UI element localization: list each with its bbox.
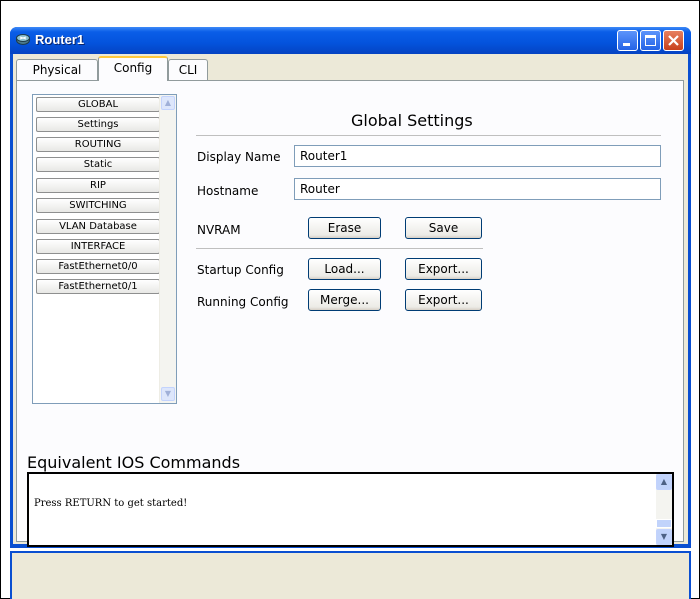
- hostname-label: Hostname: [197, 184, 259, 198]
- sidebar-item-static[interactable]: Static: [36, 157, 160, 172]
- window-title: Router1: [35, 32, 85, 47]
- nvram-label: NVRAM: [197, 223, 241, 237]
- window-client-area: Physical Config CLI GLOBAL Settings ROUT…: [13, 54, 688, 547]
- scroll-up-icon[interactable]: ▲: [161, 96, 175, 110]
- erase-button[interactable]: Erase: [308, 217, 381, 239]
- ios-commands-title: Equivalent IOS Commands: [27, 453, 241, 472]
- tab-cli[interactable]: CLI: [168, 59, 208, 80]
- sidebar-header-switching[interactable]: SWITCHING: [36, 198, 160, 213]
- console-scrollbar[interactable]: ▲ ▼: [656, 474, 672, 545]
- console-text: Press RETURN to get started!: [34, 498, 188, 509]
- title-divider: [196, 135, 661, 136]
- sidebar-header-interface[interactable]: INTERFACE: [36, 239, 160, 254]
- nvram-divider: [196, 248, 483, 249]
- config-sidebar: GLOBAL Settings ROUTING Static RIP SWITC…: [32, 94, 177, 404]
- scroll-down-icon[interactable]: ▼: [656, 529, 672, 545]
- scroll-up-icon[interactable]: ▲: [656, 474, 672, 490]
- maximize-button[interactable]: [640, 30, 661, 51]
- sidebar-header-routing[interactable]: ROUTING: [36, 137, 160, 152]
- save-button[interactable]: Save: [405, 217, 482, 239]
- background-window-strip: [10, 551, 691, 599]
- display-name-field[interactable]: Router1: [294, 145, 661, 167]
- tab-physical[interactable]: Physical: [16, 59, 98, 80]
- display-name-label: Display Name: [197, 150, 281, 164]
- sidebar-header-global[interactable]: GLOBAL: [36, 97, 160, 112]
- startup-load-button[interactable]: Load...: [308, 258, 381, 280]
- startup-export-button[interactable]: Export...: [405, 258, 482, 280]
- console-scroll-thumb[interactable]: [656, 519, 672, 528]
- running-merge-button[interactable]: Merge...: [308, 289, 381, 311]
- router-window: Router1 Physical Config CLI GLOBAL Setti…: [10, 27, 691, 548]
- router-icon: [16, 34, 30, 45]
- tab-config[interactable]: Config: [98, 56, 168, 81]
- sidebar-item-fastethernet0-1[interactable]: FastEthernet0/1: [36, 279, 160, 294]
- sidebar-item-vlan-database[interactable]: VLAN Database: [36, 219, 160, 234]
- sidebar-item-rip[interactable]: RIP: [36, 178, 160, 193]
- config-panel: GLOBAL Settings ROUTING Static RIP SWITC…: [16, 80, 684, 547]
- hostname-field[interactable]: Router: [294, 178, 661, 200]
- sidebar-item-fastethernet0-0[interactable]: FastEthernet0/0: [36, 259, 160, 274]
- global-settings-title: Global Settings: [351, 111, 473, 130]
- title-bar[interactable]: Router1: [10, 27, 691, 54]
- close-button[interactable]: [663, 30, 684, 51]
- sidebar-item-settings[interactable]: Settings: [36, 117, 160, 132]
- running-config-label: Running Config: [197, 295, 289, 309]
- maximize-icon: [645, 35, 656, 46]
- minimize-button[interactable]: [617, 30, 638, 51]
- running-export-button[interactable]: Export...: [405, 289, 482, 311]
- scroll-down-icon[interactable]: ▼: [161, 387, 175, 401]
- sidebar-scrollbar[interactable]: ▲ ▼: [159, 95, 176, 403]
- startup-config-label: Startup Config: [197, 263, 284, 277]
- close-icon: [668, 35, 679, 46]
- minimize-icon: [623, 43, 630, 46]
- ios-console[interactable]: Press RETURN to get started! ▲ ▼: [27, 472, 674, 547]
